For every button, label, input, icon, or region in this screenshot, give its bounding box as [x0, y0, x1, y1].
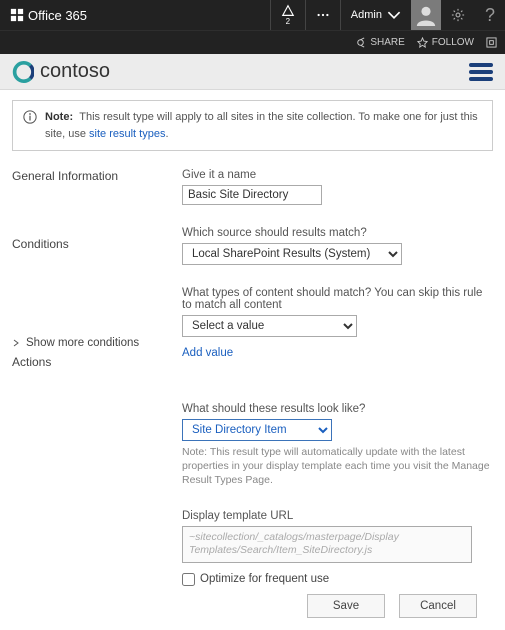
site-result-types-link[interactable]: site result types	[89, 128, 165, 140]
cancel-button[interactable]: Cancel	[399, 594, 477, 618]
more-button[interactable]	[305, 0, 340, 30]
office365-logo[interactable]: Office 365	[0, 8, 87, 23]
section-conditions: Conditions	[12, 237, 182, 251]
focus-icon	[486, 37, 497, 48]
nav-menu-button[interactable]	[469, 60, 493, 84]
notice-label: Note:	[45, 111, 73, 123]
star-icon	[417, 37, 428, 48]
info-notice: Note: This result type will apply to all…	[12, 100, 493, 151]
name-label: Give it a name	[182, 169, 493, 181]
name-input[interactable]	[182, 185, 322, 205]
suite-bar: Office 365 2 Admin ?	[0, 0, 505, 30]
share-icon	[355, 37, 366, 48]
office-icon	[10, 8, 24, 22]
expand-icon	[12, 339, 20, 347]
help-button[interactable]: ?	[475, 5, 505, 26]
gear-icon	[451, 8, 465, 22]
add-value-link[interactable]: Add value	[182, 347, 233, 359]
content-type-select[interactable]: Select a value	[182, 315, 357, 337]
dialog-footer: Save Cancel	[12, 586, 493, 618]
save-button[interactable]: Save	[307, 594, 385, 618]
office365-label: Office 365	[28, 8, 87, 23]
alert-icon	[281, 4, 295, 18]
admin-label: Admin	[351, 9, 382, 21]
section-general: General Information	[12, 169, 182, 183]
avatar[interactable]	[411, 0, 441, 30]
site-name: contoso	[40, 60, 110, 83]
share-button[interactable]: SHARE	[355, 37, 404, 48]
look-label: What should these results look like?	[182, 403, 493, 415]
source-label: Which source should results match?	[182, 227, 493, 239]
url-label: Display template URL	[182, 510, 493, 522]
show-more-conditions[interactable]: Show more conditions	[12, 337, 182, 349]
optimize-checkbox[interactable]	[182, 573, 195, 586]
chevron-down-icon	[387, 8, 401, 22]
optimize-row[interactable]: Optimize for frequent use	[182, 573, 493, 586]
optimize-label: Optimize for frequent use	[200, 573, 329, 585]
admin-menu[interactable]: Admin	[340, 0, 411, 30]
person-icon	[415, 4, 437, 26]
display-template-select[interactable]: Site Directory Item	[182, 419, 332, 441]
suite-actions-row: SHARE FOLLOW	[0, 30, 505, 54]
contoso-icon	[12, 61, 34, 83]
section-actions: Actions	[12, 355, 182, 369]
ellipsis-icon	[316, 8, 330, 22]
types-label: What types of content should match? You …	[182, 287, 493, 311]
notifications-button[interactable]: 2	[270, 0, 305, 30]
display-template-url: ~sitecollection/_catalogs/masterpage/Dis…	[182, 526, 472, 563]
focus-button[interactable]	[486, 37, 497, 48]
settings-button[interactable]	[441, 0, 475, 30]
look-hint: Note: This result type will automaticall…	[182, 445, 493, 488]
site-header: contoso	[0, 54, 505, 90]
site-logo[interactable]: contoso	[12, 60, 110, 83]
follow-button[interactable]: FOLLOW	[417, 37, 474, 48]
info-icon	[23, 110, 37, 124]
source-select[interactable]: Local SharePoint Results (System)	[182, 243, 402, 265]
notification-count: 2	[286, 18, 290, 26]
